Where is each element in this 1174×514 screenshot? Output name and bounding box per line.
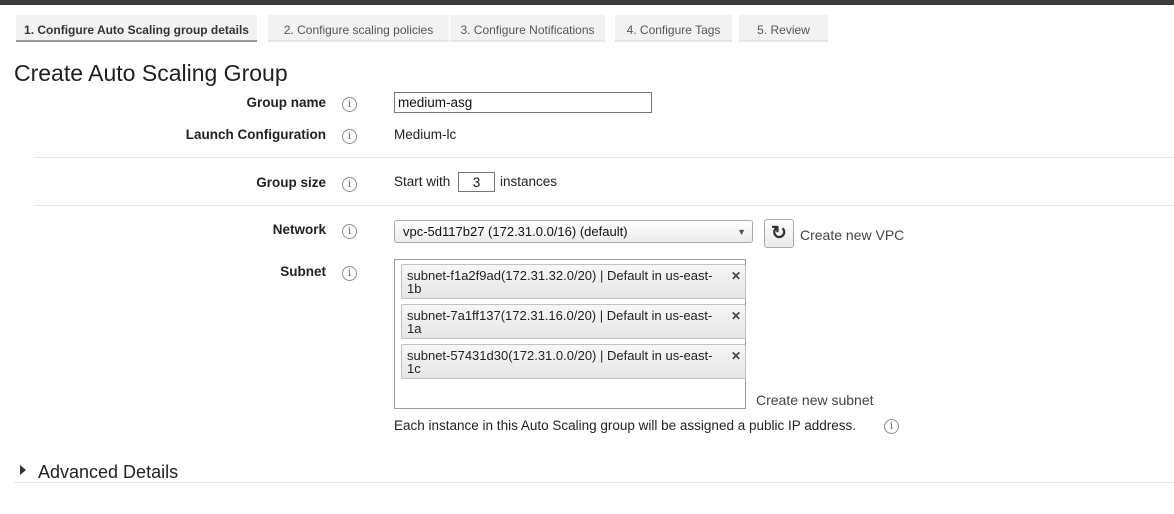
tab-scaling-policies[interactable]: 2. Configure scaling policies — [268, 15, 449, 42]
network-select[interactable]: vpc-5d117b27 (172.31.0.0/16) (default) ▼ — [394, 220, 753, 243]
remove-icon[interactable]: ✕ — [731, 310, 741, 323]
divider — [34, 205, 1174, 206]
network-selected-value: vpc-5d117b27 (172.31.0.0/16) (default) — [403, 224, 628, 239]
launch-configuration-label: Launch Configuration — [185, 127, 326, 142]
launch-configuration-value: Medium-lc — [394, 127, 457, 142]
group-name-label: Group name — [246, 95, 326, 110]
remove-icon[interactable]: ✕ — [731, 350, 741, 363]
group-size-prefix: Start with — [394, 174, 451, 189]
group-size-info-icon[interactable]: i — [342, 177, 357, 192]
divider — [14, 482, 1174, 483]
group-size-label: Group size — [256, 175, 326, 190]
create-new-subnet-link[interactable]: Create new subnet — [756, 392, 874, 408]
network-info-icon[interactable]: i — [342, 224, 357, 239]
subnet-chip-label: subnet-7a1ff137(172.31.16.0/20) | Defaul… — [407, 308, 713, 323]
subnet-info-icon[interactable]: i — [342, 266, 357, 281]
subnet-chip-label-cont: 1a — [407, 321, 422, 336]
top-bar — [0, 0, 1174, 5]
subnet-chip-label-cont: 1b — [407, 281, 422, 296]
chevron-down-icon: ▼ — [737, 227, 746, 237]
subnet-chip-label: subnet-57431d30(172.31.0.0/20) | Default… — [407, 348, 713, 363]
remove-icon[interactable]: ✕ — [731, 270, 741, 283]
tab-notifications[interactable]: 3. Configure Notifications — [450, 15, 605, 42]
tab-tags[interactable]: 4. Configure Tags — [615, 15, 732, 42]
public-ip-info-icon[interactable]: i — [884, 419, 899, 434]
tab-configure-details[interactable]: 1. Configure Auto Scaling group details — [16, 15, 257, 42]
group-name-input[interactable] — [394, 92, 652, 113]
tab-review[interactable]: 5. Review — [739, 15, 828, 42]
network-label: Network — [272, 222, 326, 237]
caret-right-icon[interactable] — [20, 465, 26, 475]
advanced-details-toggle[interactable]: Advanced Details — [38, 462, 178, 483]
subnet-chip-label: subnet-f1a2f9ad(172.31.32.0/20) | Defaul… — [407, 268, 713, 283]
group-size-suffix: instances — [500, 174, 558, 189]
divider — [34, 157, 1174, 158]
subnet-chip-label-cont: 1c — [407, 361, 421, 376]
subnet-chip: subnet-f1a2f9ad(172.31.32.0/20) | Defaul… — [401, 264, 746, 299]
subnet-chip: subnet-57431d30(172.31.0.0/20) | Default… — [401, 344, 746, 379]
launch-configuration-info-icon[interactable]: i — [342, 129, 357, 144]
group-name-info-icon[interactable]: i — [342, 97, 357, 112]
refresh-icon[interactable]: ↻ — [764, 219, 794, 248]
page-title: Create Auto Scaling Group — [14, 60, 288, 86]
subnet-chip: subnet-7a1ff137(172.31.16.0/20) | Defaul… — [401, 304, 746, 339]
create-new-vpc-link[interactable]: Create new VPC — [800, 227, 904, 243]
public-ip-note: Each instance in this Auto Scaling group… — [394, 418, 857, 433]
subnet-multiselect[interactable]: subnet-f1a2f9ad(172.31.32.0/20) | Defaul… — [394, 259, 746, 409]
group-size-input[interactable] — [458, 172, 495, 192]
subnet-label: Subnet — [280, 264, 326, 279]
